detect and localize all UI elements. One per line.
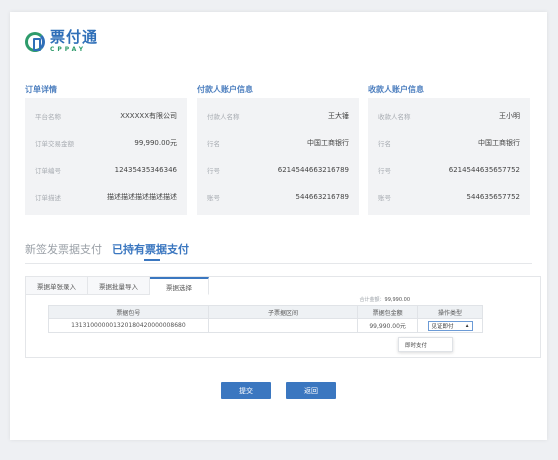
info-row: 订单交易金额 99,990.00元 — [25, 135, 187, 151]
sub-tabs: 票据单张录入 票据批量导入 票据选择 — [26, 277, 209, 295]
caret-down-icon: ▴ — [465, 322, 469, 329]
info-key: 行名 — [378, 140, 391, 148]
info-value: XXXXXX有限公司 — [120, 112, 177, 120]
col-header-op-type: 操作类型 — [417, 305, 483, 319]
info-value: 中国工商银行 — [478, 139, 520, 147]
payee-section-title: 收款人账户信息 — [368, 85, 424, 94]
cppay-logo-icon — [25, 31, 45, 52]
info-value: 中国工商银行 — [307, 139, 349, 147]
payer-info-box: 付款人名称 王大锤 行名 中国工商银行 行号 6214544663216789 账号 5… — [197, 98, 359, 215]
info-key: 平台名称 — [35, 113, 61, 121]
table-row[interactable]: 131310000001320180420000008680 99,990.00… — [48, 318, 483, 333]
bill-panel: 票据单张录入 票据批量导入 票据选择 合计金额：99,990.00 票据包号 子… — [25, 276, 541, 358]
info-value: 544663216789 — [295, 193, 349, 201]
main-card: 票付通 CPPAY 订单详情 平台名称 XXXXXX有限公司 订单交易金额 99,9… — [10, 12, 547, 440]
payment-tabs: 新签发票据支付 已持有票据支付 — [25, 241, 189, 257]
cell-package-no: 131310000001320180420000008680 — [48, 318, 209, 333]
info-key: 付款人名称 — [207, 113, 240, 121]
info-key: 订单描述 — [35, 194, 61, 202]
info-row: 账号 544663216789 — [197, 189, 359, 205]
info-key: 订单交易金额 — [35, 140, 74, 148]
op-type-value: 见证即付 — [431, 323, 454, 330]
bill-table: 票据包号 子票据区间 票据包金额 操作类型 131310000001320180… — [48, 305, 483, 333]
info-key: 收款人名称 — [378, 113, 411, 121]
info-key: 账号 — [378, 194, 391, 202]
payer-section-title: 付款人账户信息 — [197, 85, 253, 94]
info-value: 6214544635657752 — [448, 166, 520, 174]
tab-bill-select[interactable]: 票据选择 — [150, 277, 209, 295]
info-row: 行号 6214544663216789 — [197, 162, 359, 178]
info-row: 订单编号 12435435346346 — [25, 162, 187, 178]
tab-new-bill-payment[interactable]: 新签发票据支付 — [25, 241, 102, 257]
info-value: 描述描述描述描述描述 — [107, 193, 177, 201]
info-value: 王大锤 — [328, 112, 349, 120]
info-row: 行名 中国工商银行 — [368, 135, 530, 151]
info-value: 王小明 — [499, 112, 520, 120]
col-header-range: 子票据区间 — [207, 305, 359, 319]
info-key: 账号 — [207, 194, 220, 202]
info-value: 544635657752 — [466, 193, 520, 201]
info-key: 行名 — [207, 140, 220, 148]
tab-batch-import[interactable]: 票据批量导入 — [88, 277, 150, 295]
op-type-select[interactable]: 见证即付 ▴ — [427, 320, 473, 331]
total-amount: 合计金额：99,990.00 — [360, 296, 410, 303]
order-section-title: 订单详情 — [25, 85, 57, 94]
op-type-dropdown-option[interactable]: 即时支付 — [398, 337, 453, 352]
col-header-package-no: 票据包号 — [48, 305, 209, 319]
info-row: 收款人名称 王小明 — [368, 108, 530, 124]
info-row: 订单描述 描述描述描述描述描述 — [25, 189, 187, 205]
logo: 票付通 CPPAY — [25, 30, 98, 53]
info-row: 付款人名称 王大锤 — [197, 108, 359, 124]
info-key: 行号 — [207, 167, 220, 175]
info-row: 平台名称 XXXXXX有限公司 — [25, 108, 187, 124]
info-key: 订单编号 — [35, 167, 61, 175]
total-value: 99,990.00 — [384, 297, 410, 303]
submit-button[interactable]: 提交 — [221, 382, 271, 399]
back-button[interactable]: 返回 — [286, 382, 336, 399]
info-value: 99,990.00元 — [134, 139, 177, 147]
info-value: 12435435346346 — [114, 166, 177, 174]
tab-held-bill-payment[interactable]: 已持有票据支付 — [112, 241, 189, 257]
logo-name-en: CPPAY — [50, 46, 87, 53]
divider — [25, 263, 532, 264]
active-tab-indicator — [144, 259, 160, 261]
col-header-amount: 票据包金额 — [357, 305, 419, 319]
cell-amount: 99,990.00元 — [357, 318, 419, 333]
info-value: 6214544663216789 — [277, 166, 349, 174]
info-row: 行名 中国工商银行 — [197, 135, 359, 151]
total-label: 合计金额： — [359, 297, 385, 303]
info-row: 行号 6214544635657752 — [368, 162, 530, 178]
cell-range — [207, 318, 359, 333]
info-row: 账号 544635657752 — [368, 189, 530, 205]
logo-name-cn: 票付通 — [50, 28, 99, 46]
payee-info-box: 收款人名称 王小明 行名 中国工商银行 行号 6214544635657752 账号 5… — [368, 98, 530, 215]
cell-op-type: 见证即付 ▴ — [417, 318, 483, 333]
info-key: 行号 — [378, 167, 391, 175]
tab-single-entry[interactable]: 票据单张录入 — [26, 277, 88, 295]
order-info-box: 平台名称 XXXXXX有限公司 订单交易金额 99,990.00元 订单编号 1243… — [25, 98, 187, 215]
